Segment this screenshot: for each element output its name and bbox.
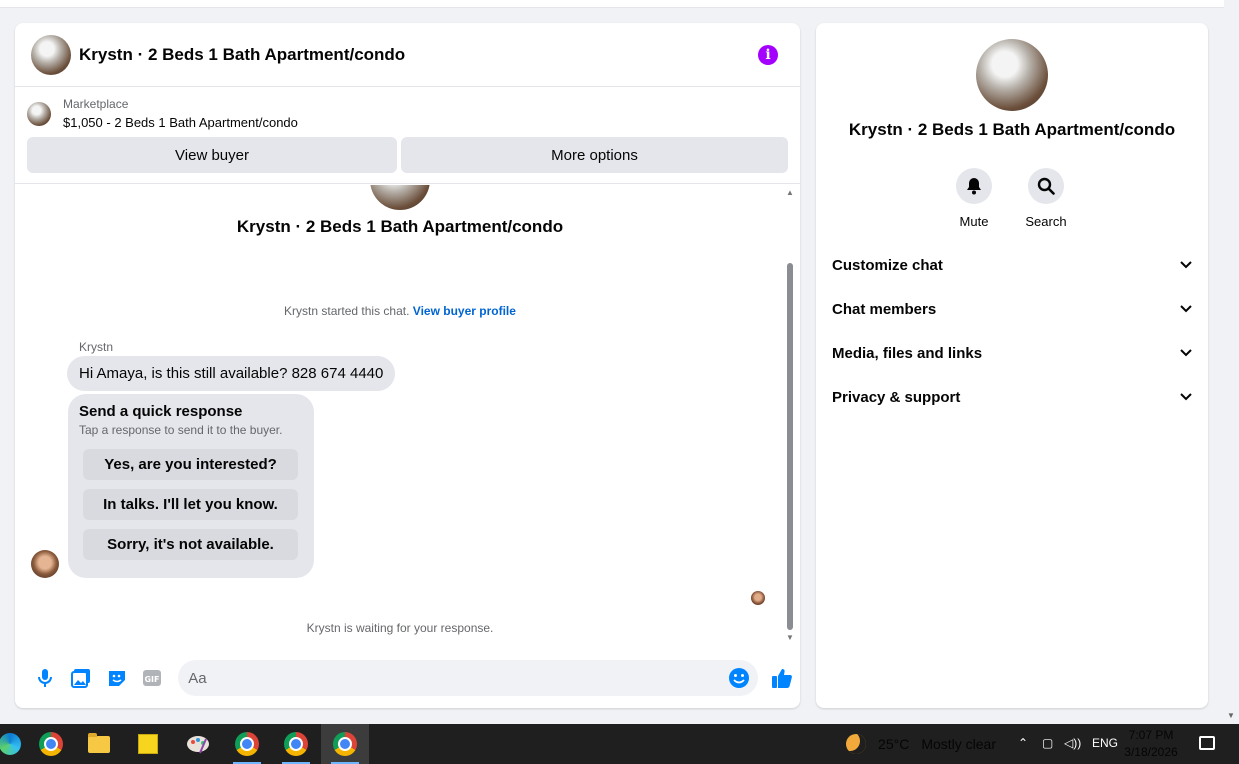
message-thread: Krystn · 2 Beds 1 Bath Apartment/condo K…: [15, 185, 800, 645]
message-input-container: [178, 660, 759, 696]
chat-started-notice: Krystn started this chat. View buyer pro…: [15, 304, 785, 318]
sender-name: Krystn: [79, 340, 114, 354]
listing-avatar[interactable]: [31, 34, 71, 75]
message-bubble[interactable]: Hi Amaya, is this still available? 828 6…: [67, 356, 396, 391]
section-label: Customize chat: [832, 256, 943, 274]
section-customize-chat[interactable]: Customize chat: [832, 247, 1192, 283]
quick-reply-in-talks[interactable]: In talks. I'll let you know.: [83, 489, 298, 520]
section-label: Privacy & support: [832, 388, 961, 406]
section-label: Chat members: [832, 300, 937, 318]
more-options-button[interactable]: More options: [401, 137, 788, 173]
listing-title[interactable]: $1,050 - 2 Beds 1 Bath Apartment/condo: [63, 115, 298, 130]
chevron-down-icon: [1180, 305, 1192, 313]
gif-icon[interactable]: GIF: [134, 660, 170, 696]
moon-icon: [846, 734, 867, 754]
notification-icon[interactable]: [1199, 736, 1215, 750]
chrome-profile-icon-3[interactable]: [321, 724, 369, 764]
chevron-down-icon: [1180, 393, 1192, 401]
section-label: Media, files and links: [832, 344, 983, 362]
clock[interactable]: 7:07 PM 3/18/2026: [1121, 727, 1181, 761]
quick-reply-interested[interactable]: Yes, are you interested?: [83, 449, 298, 480]
search-label: Search: [1025, 214, 1067, 229]
file-explorer-icon[interactable]: [75, 724, 123, 764]
section-privacy-support[interactable]: Privacy & support: [832, 379, 1192, 415]
message-input[interactable]: [188, 669, 709, 687]
section-chat-members[interactable]: Chat members: [832, 291, 1192, 327]
emoji-icon[interactable]: [728, 667, 750, 694]
quick-response-subtitle: Tap a response to send it to the buyer.: [79, 423, 283, 437]
search-button[interactable]: Search: [1016, 168, 1076, 229]
weather-widget[interactable]: 25°C Mostly clear: [846, 734, 996, 754]
clock-time: 7:07 PM: [1128, 728, 1174, 742]
top-strip: [0, 0, 1224, 8]
bell-icon[interactable]: [956, 168, 992, 204]
quick-response-card: Send a quick response Tap a response to …: [68, 394, 314, 578]
chat-title[interactable]: Krystn · 2 Beds 1 Bath Apartment/condo: [79, 45, 758, 65]
chevron-down-icon: [1180, 349, 1192, 357]
waiting-notice: Krystn is waiting for your response.: [306, 621, 494, 635]
tray-chevron-up-icon[interactable]: ⌃: [1018, 736, 1028, 750]
chat-panel: Krystn · 2 Beds 1 Bath Apartment/condo i…: [15, 23, 800, 708]
scroll-down-icon[interactable]: ▼: [786, 633, 794, 642]
seen-indicator-avatar: [751, 591, 765, 605]
chat-started-text: Krystn started this chat.: [284, 304, 410, 318]
info-title: Krystn · 2 Beds 1 Bath Apartment/condo: [848, 120, 1176, 139]
composer: GIF: [15, 655, 800, 701]
scroll-up-icon[interactable]: ▲: [786, 188, 794, 197]
sender-avatar[interactable]: [31, 550, 59, 578]
quick-response-title: Send a quick response: [79, 403, 243, 420]
chrome-profile-icon-1[interactable]: [223, 724, 271, 764]
language-indicator[interactable]: ENG: [1092, 736, 1118, 750]
weather-condition: Mostly clear: [921, 736, 996, 752]
info-icon[interactable]: i: [758, 44, 778, 65]
sticky-notes-icon[interactable]: [124, 724, 172, 764]
mute-label: Mute: [959, 214, 989, 229]
meet-now-icon[interactable]: ▢: [1042, 736, 1053, 750]
view-buyer-button[interactable]: View buyer: [27, 137, 397, 173]
marketplace-label: Marketplace: [63, 97, 129, 111]
chat-header: Krystn · 2 Beds 1 Bath Apartment/condo i: [15, 23, 800, 87]
svg-text:GIF: GIF: [145, 675, 160, 684]
temperature: 25°C: [878, 736, 910, 752]
page-scrollbar[interactable]: ▼: [1224, 0, 1239, 724]
scroll-thumb[interactable]: [787, 263, 793, 630]
conversation-title: Krystn · 2 Beds 1 Bath Apartment/condo: [236, 217, 564, 236]
quick-reply-not-available[interactable]: Sorry, it's not available.: [83, 529, 298, 560]
view-buyer-profile-link[interactable]: View buyer profile: [413, 304, 516, 318]
section-media-files-links[interactable]: Media, files and links: [832, 335, 1192, 371]
windows-taskbar: 25°C Mostly clear ⌃ ▢ ◁)) ENG 7:07 PM 3/…: [0, 724, 1239, 764]
info-avatar[interactable]: [976, 39, 1048, 111]
like-icon[interactable]: [764, 660, 800, 696]
chrome-app-icon[interactable]: [27, 724, 75, 764]
marketplace-banner: Marketplace $1,050 - 2 Beds 1 Bath Apart…: [15, 87, 800, 184]
microphone-icon[interactable]: [27, 660, 63, 696]
thread-scrollbar[interactable]: ▲ ▼: [785, 185, 795, 645]
photo-icon[interactable]: [63, 660, 99, 696]
sticker-icon[interactable]: [99, 660, 135, 696]
page-scroll-down-icon[interactable]: ▼: [1227, 711, 1235, 720]
chevron-down-icon: [1180, 261, 1192, 269]
chat-info-panel: Krystn · 2 Beds 1 Bath Apartment/condo M…: [816, 23, 1208, 708]
mute-button[interactable]: Mute: [944, 168, 1004, 229]
conversation-avatar: [370, 185, 430, 210]
listing-thumbnail[interactable]: [27, 101, 51, 126]
paint-app-icon[interactable]: [174, 724, 222, 764]
volume-icon[interactable]: ◁)): [1064, 736, 1081, 750]
chrome-profile-icon-2[interactable]: [272, 724, 320, 764]
clock-date: 3/18/2026: [1124, 745, 1178, 759]
search-icon[interactable]: [1028, 168, 1064, 204]
